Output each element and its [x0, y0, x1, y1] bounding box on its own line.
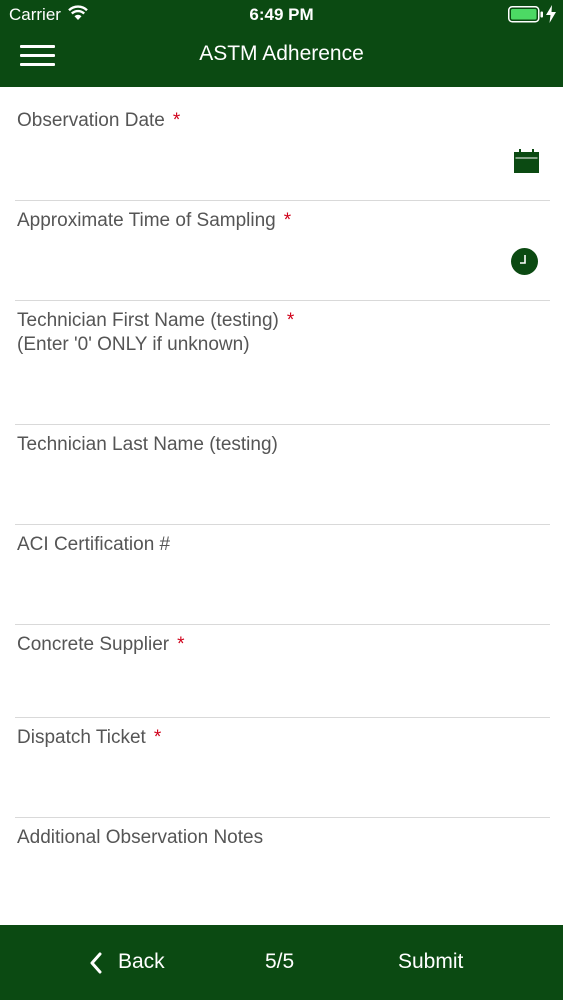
status-bar: Carrier 6:49 PM: [0, 0, 563, 30]
field-label: Approximate Time of Sampling *: [17, 210, 292, 231]
back-label: Back: [118, 950, 165, 973]
required-marker: *: [172, 110, 181, 131]
submit-button[interactable]: Submit: [398, 950, 463, 974]
battery-icon: [508, 6, 543, 23]
clock-icon[interactable]: [511, 248, 538, 275]
aci-certification-field[interactable]: ACI Certification #: [0, 525, 563, 625]
field-label: Additional Observation Notes: [17, 827, 264, 848]
field-label: Technician First Name (testing) *: [17, 310, 295, 331]
page-indicator: 5/5: [265, 950, 295, 973]
calendar-icon[interactable]: [514, 149, 539, 174]
observation-notes-field[interactable]: Additional Observation Notes: [0, 818, 563, 925]
app-header: Carrier 6:49 PM ASTM Adherence: [0, 0, 563, 87]
technician-first-name-field[interactable]: Technician First Name (testing) * (Enter …: [0, 301, 563, 425]
field-label: ACI Certification #: [17, 534, 171, 555]
field-label: Technician Last Name (testing): [17, 434, 278, 455]
field-label: Observation Date *: [17, 110, 181, 131]
required-marker: *: [283, 210, 292, 231]
required-marker: *: [286, 310, 295, 331]
observation-form: Observation Date * Approximate Time of Sa…: [0, 87, 563, 925]
dispatch-ticket-field[interactable]: Dispatch Ticket *: [0, 718, 563, 818]
chevron-left-icon: [90, 952, 102, 974]
required-marker: *: [177, 634, 185, 655]
charging-bolt-icon: [546, 5, 556, 23]
field-hint: (Enter '0' ONLY if unknown): [17, 334, 250, 355]
field-label: Concrete Supplier *: [17, 634, 185, 655]
clock-time: 6:49 PM: [249, 5, 314, 24]
concrete-supplier-field[interactable]: Concrete Supplier *: [0, 625, 563, 718]
required-marker: *: [153, 727, 162, 748]
navigation-bar: ASTM Adherence: [0, 30, 563, 87]
field-label: Dispatch Ticket *: [17, 727, 162, 748]
observation-date-field[interactable]: Observation Date *: [0, 87, 563, 201]
sampling-time-field[interactable]: Approximate Time of Sampling *: [0, 201, 563, 301]
technician-last-name-field[interactable]: Technician Last Name (testing): [0, 425, 563, 525]
footer-nav: Back 5/5 Submit: [0, 925, 563, 1000]
page-title: ASTM Adherence: [199, 42, 364, 65]
